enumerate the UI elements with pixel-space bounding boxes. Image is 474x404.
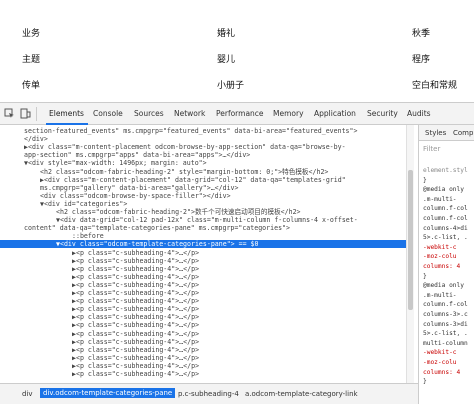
tab-computed[interactable]: Comp	[453, 129, 473, 137]
breadcrumb-item[interactable]: div	[22, 390, 33, 398]
dom-node-line[interactable]: <div class="odcom-browse-by-space-filler…	[0, 192, 231, 200]
style-rule-line: column.f-col	[423, 215, 468, 222]
style-rule-line: column.f-col	[423, 301, 468, 309]
style-rule-line: columns: 4	[423, 368, 461, 376]
style-rule-line: columns-3>.c	[423, 311, 468, 318]
dom-node-line[interactable]: ▶<p class="c-subheading-4">…</p>	[0, 305, 199, 313]
dom-node-line[interactable]: ▶<div class="m-content-placement odcom-b…	[0, 143, 346, 151]
dom-node-line[interactable]: ▶<div class="m-content-placement" data-g…	[0, 176, 346, 184]
dom-node-line[interactable]: ▶<p class="c-subheading-4">…</p>	[0, 265, 199, 273]
tab-performance[interactable]: Performance	[216, 109, 264, 118]
dom-node-line[interactable]: ▶<p class="c-subheading-4">…</p>	[0, 338, 199, 346]
dom-node-line[interactable]: content" data-qa="template-categories-pa…	[0, 224, 290, 232]
breadcrumb-item[interactable]: a.odcom-template-category-link	[245, 390, 358, 398]
dom-node-line[interactable]: ▶<p class="c-subheading-4">…</p>	[0, 346, 199, 354]
style-rule-line: 5>.c-list, .	[423, 330, 468, 338]
dom-node-line[interactable]: <h2 class="odcom-fabric-heading-2" style…	[0, 168, 328, 176]
styles-filter-input[interactable]: Filter	[423, 145, 440, 153]
tabbar-divider	[36, 107, 37, 121]
style-rule-line: @media only	[423, 186, 464, 194]
style-rule-line: 5>.c-list, .	[423, 234, 468, 242]
dom-node-line[interactable]: ▶<p class="c-subheading-4">…</p>	[0, 297, 199, 305]
dom-node-line[interactable]: ▼<div id="categories">	[0, 200, 127, 208]
dom-node-line[interactable]: ▶<p class="c-subheading-4">…</p>	[0, 330, 199, 338]
tab-console[interactable]: Console	[93, 109, 123, 118]
category-link-blank[interactable]: 空白和常规	[412, 78, 457, 91]
dom-node-line[interactable]: ▶<p class="c-subheading-4">…</p>	[0, 321, 199, 329]
category-link-autumn[interactable]: 秋季	[412, 26, 430, 39]
breadcrumb-item-active[interactable]: div.odcom-template-categories-pane	[40, 388, 176, 398]
category-link-brochure[interactable]: 小册子	[217, 78, 244, 91]
dom-node-line[interactable]: ms.cmpgrp="gallery" data-bi-area="galler…	[0, 184, 239, 192]
dom-node-line[interactable]: ▼<div style="max-width: 1496px; margin: …	[0, 159, 207, 167]
devtools-panel: Elements Console Sources Network Perform…	[0, 102, 474, 404]
style-rule-line: }	[423, 272, 427, 280]
style-rule-line: columns: 4	[423, 263, 461, 270]
style-rule-line: -webkit-c	[423, 243, 457, 251]
style-rule-line: columns-4>di	[423, 224, 468, 232]
category-link-baby[interactable]: 婴儿	[217, 52, 235, 65]
dom-node-line[interactable]: <h2 class="odcom-fabric-heading-2">数千个可快…	[0, 208, 301, 216]
dom-node-line[interactable]: app-section" ms.cmpgrp="apps" data-bi-ar…	[0, 151, 250, 159]
category-link-wedding[interactable]: 婚礼	[217, 26, 235, 39]
tab-application[interactable]: Application	[314, 109, 356, 118]
dom-node-line[interactable]: ::before	[0, 232, 104, 240]
tab-elements[interactable]: Elements	[49, 109, 84, 118]
style-rule-line: }	[423, 176, 427, 184]
dom-node-line[interactable]: ▶<p class="c-subheading-4">…</p>	[0, 370, 199, 378]
elements-tree[interactable]: section-featured_events" ms.cmpgrp="feat…	[0, 125, 406, 383]
style-rule-line: -moz-colu	[423, 253, 457, 261]
page-content: 业务 婚礼 秋季 主题 婴儿 程序 传单 小册子 空白和常规	[0, 0, 474, 102]
style-rule-line: .m-multi-	[423, 195, 457, 203]
style-rule-line: .m-multi-	[423, 291, 457, 299]
devtools-tabbar: Elements Console Sources Network Perform…	[0, 103, 474, 125]
category-link-business[interactable]: 业务	[22, 26, 40, 39]
style-rule-line: -moz-colu	[423, 359, 457, 366]
dom-node-line[interactable]: ▶<p class="c-subheading-4">…</p>	[0, 281, 199, 289]
inspect-element-icon[interactable]	[4, 108, 15, 119]
style-rule-line: multi-column	[423, 339, 468, 347]
elements-breadcrumb: div div.odcom-template-categories-pane p…	[0, 383, 418, 404]
dom-node-line[interactable]: ▶<p class="c-subheading-4">…</p>	[0, 249, 199, 257]
breadcrumb-item[interactable]: p.c-subheading-4	[178, 390, 239, 398]
scrollbar-thumb[interactable]	[408, 170, 413, 310]
tab-audits[interactable]: Audits	[407, 109, 431, 118]
dom-node-line[interactable]: ▶<p class="c-subheading-4">…</p>	[0, 289, 199, 297]
dom-node-line[interactable]: </div>	[0, 135, 48, 143]
tab-memory[interactable]: Memory	[273, 109, 304, 118]
style-rule-line: }	[423, 378, 427, 386]
dom-node-line[interactable]: ▼<div data-grid="col-12 pad-12x" class="…	[0, 216, 358, 224]
styles-tabbar: Styles Comp	[419, 125, 474, 141]
dom-node-line[interactable]: ▶<p class="c-subheading-4">…</p>	[0, 354, 199, 362]
dom-node-line[interactable]: ▶<p class="c-subheading-4">…</p>	[0, 257, 199, 265]
category-link-theme[interactable]: 主题	[22, 52, 40, 65]
dom-node-line[interactable]: ▶<p class="c-subheading-4">…</p>	[0, 313, 199, 321]
tab-sources[interactable]: Sources	[134, 109, 164, 118]
tab-styles[interactable]: Styles	[425, 129, 446, 137]
style-rule-line: columns-3>di	[423, 320, 468, 328]
style-rule-line: column.f-col	[423, 205, 468, 213]
styles-pane: Styles Comp Filter element.styl} @media o…	[418, 125, 474, 404]
tab-network[interactable]: Network	[174, 109, 205, 118]
style-rule-line: -webkit-c	[423, 349, 457, 357]
dom-node-line[interactable]: ▶<p class="c-subheading-4">…</p>	[0, 273, 199, 281]
dom-node-line[interactable]: ▶<p class="c-subheading-4">…</p>	[0, 362, 199, 370]
device-toolbar-icon[interactable]	[20, 108, 31, 119]
category-link-program[interactable]: 程序	[412, 52, 430, 65]
style-rule-line: @media only	[423, 282, 464, 290]
category-link-flyer[interactable]: 传单	[22, 78, 40, 91]
style-rule-line: element.styl	[423, 167, 468, 174]
tab-security[interactable]: Security	[367, 109, 398, 118]
elements-scrollbar[interactable]	[406, 125, 414, 383]
dom-node-line[interactable]: section-featured_events" ms.cmpgrp="feat…	[0, 127, 357, 135]
dom-node-selected[interactable]: ▼<div class="odcom-template-categories-p…	[0, 240, 406, 249]
